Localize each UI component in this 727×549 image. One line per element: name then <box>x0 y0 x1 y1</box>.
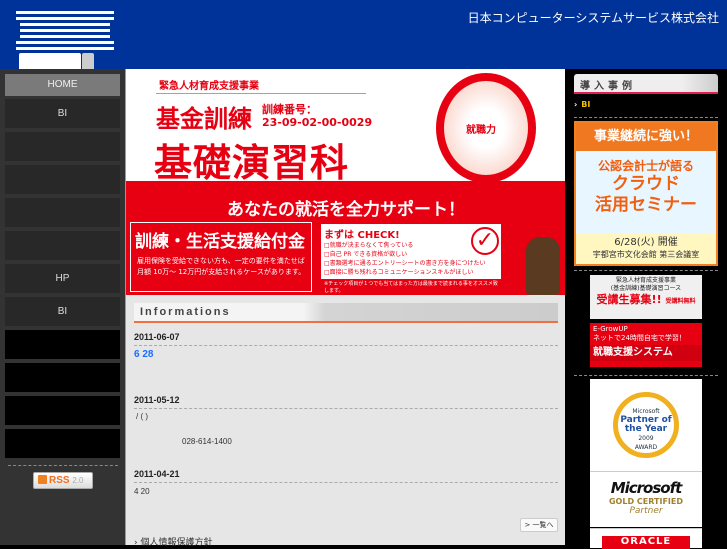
case-studies-heading: 導入事例 <box>574 74 718 94</box>
skills-diagram: 就職力 <box>436 73 536 183</box>
nav-bi-2[interactable]: BI <box>5 297 120 326</box>
sidebar: HOME BI HP BI RSS 2.0 <box>0 69 125 545</box>
entry-date: 2011-05-12 <box>134 395 558 409</box>
nav-item[interactable] <box>5 132 120 161</box>
entry-text: 4 20 <box>134 487 150 496</box>
header: 日本コンピューターシステムサービス株式会社 <box>0 0 727 73</box>
benefit-box: 訓練・生活支援給付金 雇用保険を受給できない方も、一定の要件を満たせば 月額 10… <box>130 222 312 292</box>
entry-date: 2011-04-21 <box>134 469 558 483</box>
informations-heading: Informations <box>134 303 558 323</box>
main-content: 緊急人材育成支援事業 基金訓練 訓練番号： 23-09-02-00-0029 基礎… <box>125 69 566 548</box>
training-number: 訓練番号： 23-09-02-00-0029 <box>262 103 373 129</box>
entry-text: / ( ) <box>136 412 148 421</box>
course-recruit-banner[interactable]: 緊急人材育成支援事業 (基金訓練)基礎演習コース 受講生募集!! 受講料無料 <box>590 275 702 319</box>
nav-item[interactable] <box>5 396 120 425</box>
course-title: 基礎演習科 <box>154 141 350 185</box>
company-name: 日本コンピューターシステムサービス株式会社 <box>467 11 719 25</box>
ms-gold-partner-badge[interactable]: Microsoft GOLD CERTIFIED Partner <box>590 471 702 527</box>
checkmark-icon: ✓ <box>471 227 499 255</box>
divider <box>8 465 118 466</box>
entry-date: 2011-06-07 <box>134 332 558 346</box>
nav-item[interactable] <box>5 198 120 227</box>
banner-subtitle: 緊急人材育成支援事業 <box>159 81 259 92</box>
privacy-policy-link[interactable]: › 個人情報保護方針 <box>134 535 212 548</box>
oracle-badge[interactable]: ORACLE <box>590 528 702 549</box>
nav-item[interactable] <box>5 429 120 458</box>
company-logo[interactable] <box>16 11 114 73</box>
nav-item[interactable] <box>5 330 120 359</box>
view-all-button[interactable]: > 一覧へ <box>520 518 558 532</box>
nav-item[interactable] <box>5 363 120 392</box>
nav-item[interactable] <box>5 165 120 194</box>
nav-bi[interactable]: BI <box>5 99 120 128</box>
nav-home[interactable]: HOME <box>5 74 120 96</box>
rss-button[interactable]: RSS 2.0 <box>33 472 93 489</box>
right-sidebar: 導入事例 › BI 事業継続に強い！ 公認会計士が語る クラウド 活用セミナー 6… <box>565 69 727 549</box>
rss-icon <box>38 475 47 484</box>
seminar-banner[interactable]: 事業継続に強い！ 公認会計士が語る クラウド 活用セミナー 6/28(火) 開催… <box>574 121 718 266</box>
banner-slogan: あなたの就活を全力サポート！ <box>227 200 465 220</box>
nav-item[interactable] <box>5 231 120 260</box>
nav-hp[interactable]: HP <box>5 264 120 293</box>
entry-link[interactable]: 6 28 <box>134 349 153 360</box>
banner-title: 基金訓練 <box>156 105 252 133</box>
character-illustration <box>526 237 560 295</box>
training-banner[interactable]: 緊急人材育成支援事業 基金訓練 訓練番号： 23-09-02-00-0029 基礎… <box>126 69 566 295</box>
bi-link[interactable]: › BI <box>574 100 590 109</box>
entry-phone: 028-614-1400 <box>182 437 232 446</box>
egrowup-banner[interactable]: E-GrowUP ネットで24時間自宅で学習！ 就職支援システム <box>590 323 702 367</box>
ms-partner-award-badge[interactable]: Microsoft Partner of the Year 2009 AWARD <box>590 379 702 471</box>
